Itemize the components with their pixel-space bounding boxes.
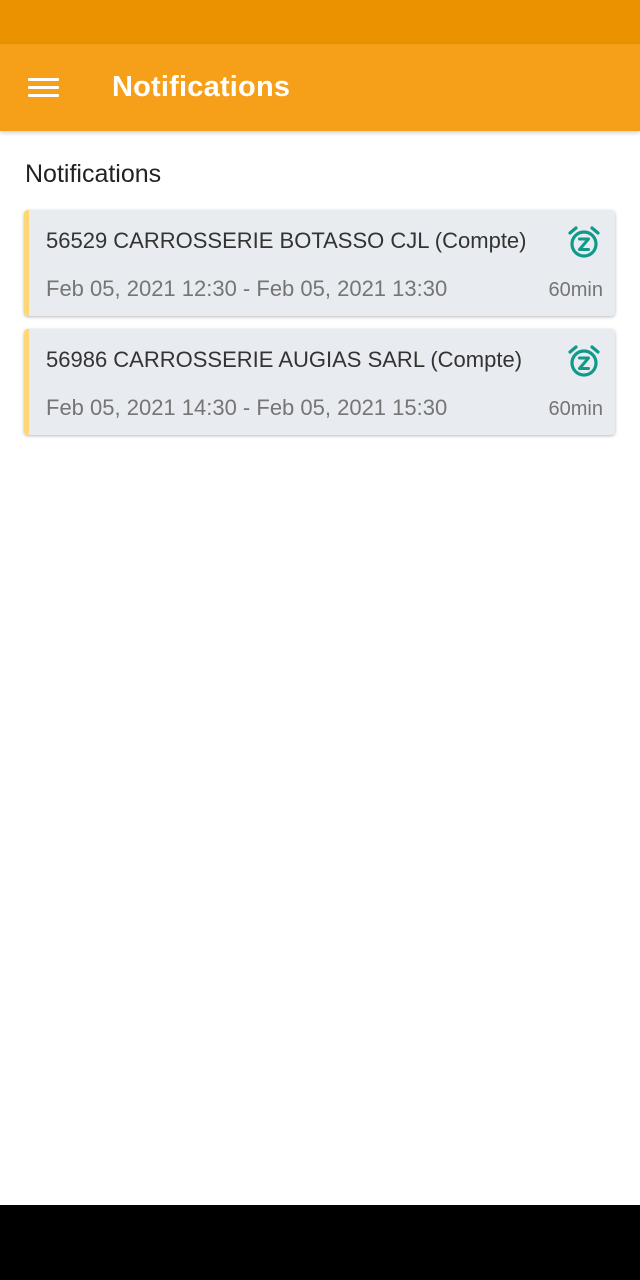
- hamburger-menu-icon: [28, 77, 59, 98]
- snooze-alarm-icon[interactable]: [567, 225, 601, 259]
- app-title: Notifications: [112, 71, 291, 103]
- system-navigation-bar: [0, 1205, 640, 1280]
- notification-title: 56986 CARROSSERIE AUGIAS SARL (Compte): [46, 347, 523, 372]
- notification-card[interactable]: 56986 CARROSSERIE AUGIAS SARL (Compte) F…: [24, 329, 615, 435]
- notification-duration: 60min: [548, 398, 603, 420]
- status-bar: [0, 0, 640, 44]
- app-bar: Notifications: [0, 44, 640, 131]
- notification-time-range: Feb 05, 2021 14:30 - Feb 05, 2021 15:30: [46, 395, 448, 420]
- menu-button[interactable]: [0, 44, 112, 131]
- snooze-alarm-icon[interactable]: [567, 344, 601, 378]
- notification-duration: 60min: [548, 279, 603, 301]
- notification-time-range: Feb 05, 2021 12:30 - Feb 05, 2021 13:30: [46, 276, 448, 301]
- notification-title: 56529 CARROSSERIE BOTASSO CJL (Compte): [46, 228, 527, 253]
- notification-card[interactable]: 56529 CARROSSERIE BOTASSO CJL (Compte) F…: [24, 210, 615, 316]
- section-title: Notifications: [25, 160, 162, 188]
